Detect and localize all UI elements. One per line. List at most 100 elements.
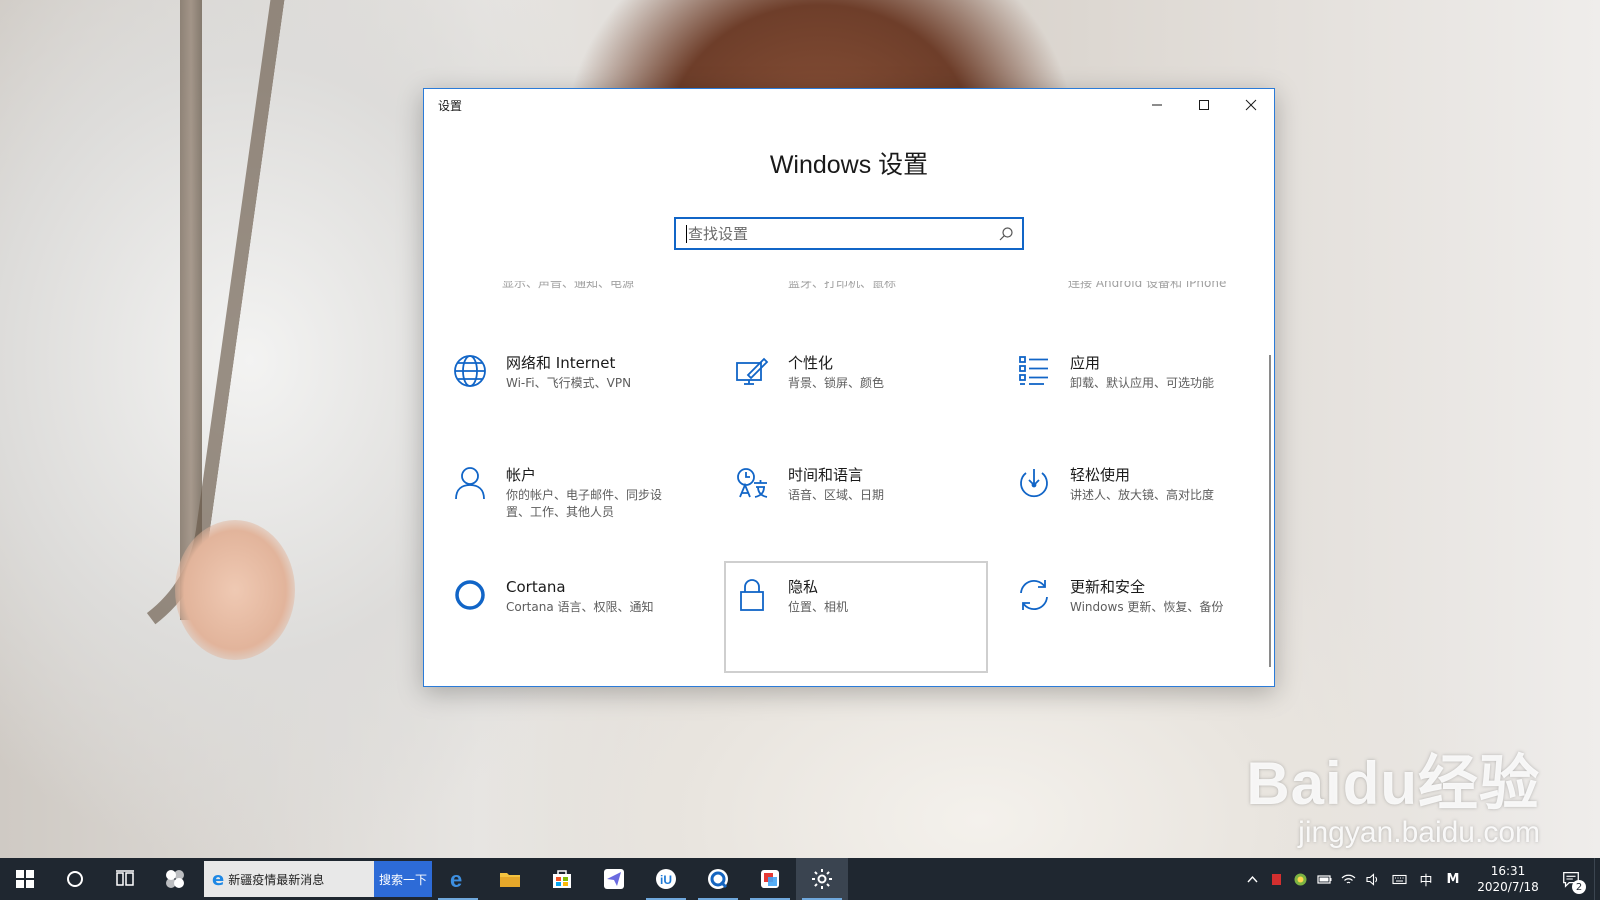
battery-icon [1316, 874, 1331, 884]
tile-accounts[interactable]: 帐户 你的帐户、电子邮件、同步设置、工作、其他人员 [442, 449, 706, 561]
red-app-icon [1271, 873, 1281, 885]
speaker-icon [1365, 872, 1377, 886]
image-viewer-icon [761, 870, 779, 888]
close-button[interactable] [1227, 89, 1274, 121]
tile-name: 隐私 [788, 578, 819, 596]
search-input[interactable] [688, 224, 998, 243]
ie-icon: e [212, 868, 225, 890]
tile-apps[interactable]: 应用 卸载、默认应用、可选功能 [1006, 337, 1270, 449]
tile-update-security[interactable]: 更新和安全 Windows 更新、恢复、备份 [1006, 561, 1270, 673]
tile-ease-of-access[interactable]: 轻松使用 讲述人、放大镜、高对比度 [1006, 449, 1270, 561]
tile-name: 更新和安全 [1070, 578, 1146, 596]
search-icon[interactable] [998, 226, 1014, 242]
tile-description: 你的帐户、电子邮件、同步设置、工作、其他人员 [506, 488, 663, 519]
keyboard-icon [1391, 874, 1407, 884]
cortana-button[interactable] [50, 858, 100, 900]
action-center-button[interactable]: 2 [1548, 858, 1594, 900]
taskbar-app-paper-plane[interactable] [588, 858, 640, 900]
tile-name: 网络和 Internet [506, 354, 616, 372]
window-title: 设置 [438, 98, 463, 113]
taskbar-news-search: e 新疆疫情最新消息 搜索一下 [204, 861, 432, 897]
tile-description: Wi-Fi、飞行模式、VPN [506, 376, 632, 390]
system-tray: 中 M 16:31 2020/7/18 2 [1240, 858, 1600, 900]
news-headline: 新疆疫情最新消息 [228, 872, 325, 887]
lock-icon [734, 577, 774, 617]
tile-cortana[interactable]: Cortana Cortana 语言、权限、通知 [442, 561, 706, 673]
ghost-desc-devices: 蓝牙、打印机、鼠标 [788, 281, 897, 290]
watermark-logo: Baidu经验 [1246, 750, 1540, 817]
network-indicator[interactable] [1336, 872, 1360, 887]
ghost-desc-system: 显示、声音、通知、电源 [502, 281, 635, 290]
taskbar-app-pinwheel[interactable] [150, 858, 200, 900]
tile-description: 语音、区域、日期 [788, 488, 885, 502]
svg-text:e: e [450, 867, 462, 891]
taskbar-app-file-explorer[interactable] [484, 858, 536, 900]
tile-name: 轻松使用 [1070, 466, 1131, 484]
clock-date: 2020/7/18 [1477, 880, 1539, 894]
minimize-icon [1151, 104, 1162, 106]
touch-keyboard-button[interactable] [1384, 872, 1414, 887]
volume-indicator[interactable] [1360, 872, 1384, 887]
apps-list-icon [1016, 353, 1056, 393]
taskbar-app-browser[interactable] [692, 858, 744, 900]
clock-time: 16:31 [1490, 864, 1526, 878]
iu-app-icon: iU [656, 869, 676, 889]
ime-mode-indicator[interactable]: M [1438, 872, 1468, 887]
taskbar-app-iu[interactable]: iU [640, 858, 692, 900]
tray-app-security[interactable] [1288, 872, 1312, 887]
taskbar-app-edge[interactable]: e [432, 858, 484, 900]
tile-privacy[interactable]: 隐私 位置、相机 [724, 561, 988, 673]
tile-name: 应用 [1070, 354, 1101, 372]
task-view-button[interactable] [100, 858, 150, 900]
show-hidden-icons-button[interactable] [1240, 872, 1264, 887]
taskbar: e 新疆疫情最新消息 搜索一下 e iU 中 M 16:31 2020/7/18… [0, 858, 1600, 900]
tile-name: 个性化 [788, 354, 834, 372]
maximize-button[interactable] [1180, 89, 1227, 121]
security-shield-icon [1294, 873, 1306, 885]
page-title: Windows 设置 [769, 151, 929, 179]
tile-time-language[interactable]: 时间和语言 语音、区域、日期 [724, 449, 988, 561]
settings-category-grid: 网络和 Internet Wi-Fi、飞行模式、VPN 个性化 背景、锁屏、颜色 [442, 337, 1242, 673]
wifi-icon [1341, 874, 1355, 883]
windows-logo-icon [16, 870, 34, 888]
ease-of-access-icon [1016, 465, 1056, 505]
scrolled-row-descriptions: 显示、声音、通知、电源 蓝牙、打印机、鼠标 连接 Android 设备和 iPh… [424, 281, 1254, 297]
wallpaper-hand [175, 520, 295, 660]
vertical-scrollbar[interactable] [1269, 355, 1271, 667]
cortana-circle-icon [67, 871, 83, 887]
show-desktop-button[interactable] [1594, 858, 1600, 900]
title-bar[interactable]: 设置 [424, 89, 1274, 121]
folder-icon [500, 873, 520, 887]
minimize-button[interactable] [1133, 89, 1180, 121]
paper-plane-icon [604, 869, 624, 889]
taskbar-clock[interactable]: 16:31 2020/7/18 [1468, 863, 1548, 895]
news-search-button[interactable]: 搜索一下 [374, 861, 432, 897]
person-icon [452, 465, 492, 505]
notification-count-badge: 2 [1572, 880, 1586, 894]
gear-icon [812, 869, 832, 889]
tile-network-internet[interactable]: 网络和 Internet Wi-Fi、飞行模式、VPN [442, 337, 706, 449]
settings-window: 设置 Windows 设置 显示、声音、通知、电源 蓝牙、打印机、鼠标 连接 A… [423, 88, 1275, 687]
settings-search-box[interactable] [674, 217, 1024, 250]
text-caret [686, 224, 687, 243]
tile-personalization[interactable]: 个性化 背景、锁屏、颜色 [724, 337, 988, 449]
tile-name: Cortana [506, 578, 566, 596]
pinwheel-icon [166, 870, 184, 888]
tray-app-red[interactable] [1264, 872, 1288, 887]
tile-description: Cortana 语言、权限、通知 [506, 600, 654, 614]
start-button[interactable] [0, 858, 50, 900]
close-icon [1245, 99, 1256, 111]
task-view-icon [116, 870, 134, 886]
ghost-desc-phone: 连接 Android 设备和 iPhone [1068, 281, 1227, 290]
taskbar-app-image-viewer[interactable] [744, 858, 796, 900]
ime-language-indicator[interactable]: 中 [1414, 870, 1438, 889]
taskbar-app-settings[interactable] [796, 858, 848, 900]
news-search-box[interactable]: e 新疆疫情最新消息 [204, 861, 374, 897]
update-arrows-icon [1016, 577, 1056, 617]
tile-description: Windows 更新、恢复、备份 [1070, 600, 1224, 614]
tile-description: 背景、锁屏、颜色 [788, 376, 885, 390]
window-controls [1133, 89, 1274, 121]
taskbar-app-store[interactable] [536, 858, 588, 900]
battery-indicator[interactable] [1312, 872, 1336, 887]
svg-text:iU: iU [660, 873, 672, 887]
